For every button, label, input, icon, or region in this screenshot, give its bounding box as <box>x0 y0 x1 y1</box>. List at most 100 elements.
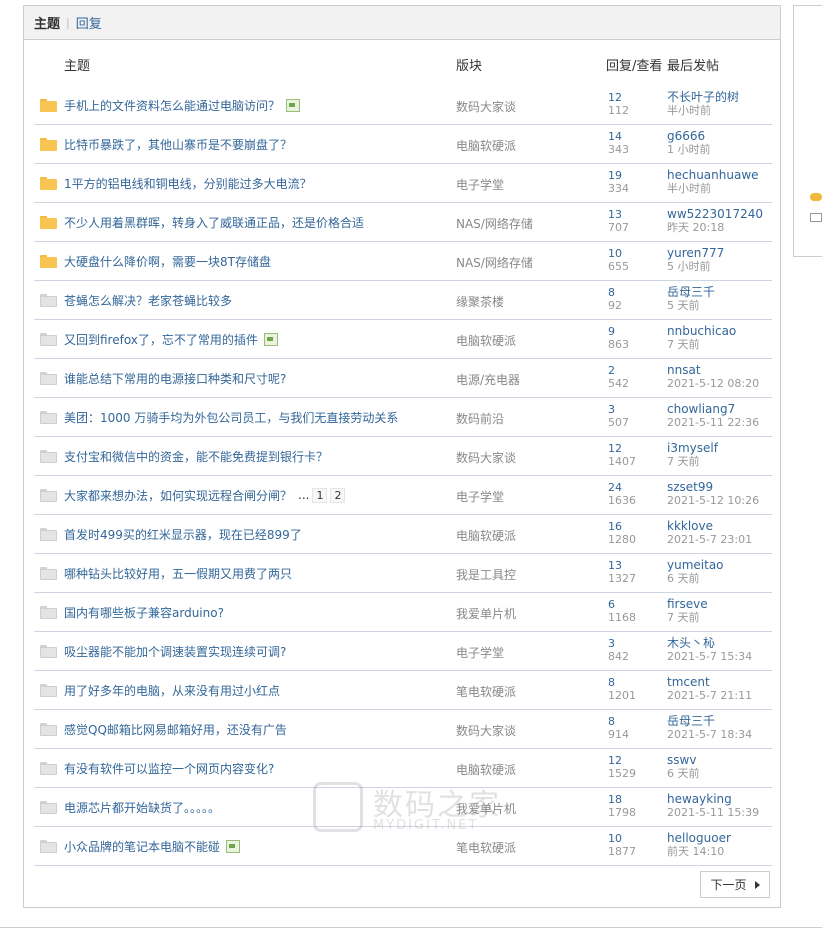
thread-title-link[interactable]: 美团：1000 万骑手均为外包公司员工，与我们无直接劳动关系 <box>64 409 398 426</box>
forum-link[interactable]: 电源/充电器 <box>456 371 520 388</box>
thread-title-link[interactable]: 1平方的铝电线和铜电线，分别能过多大电流？ <box>64 175 312 192</box>
forum-link[interactable]: 电脑软硬派 <box>456 761 516 778</box>
last-post-user[interactable]: ww5223017240 <box>667 208 763 221</box>
forum-link[interactable]: 我爱单片机 <box>456 800 516 817</box>
thread-title-link[interactable]: 谁能总结下常用的电源接口种类和尺寸呢? <box>64 370 286 387</box>
last-post-time[interactable]: 2021-5-12 10:26 <box>667 494 759 507</box>
reply-count[interactable]: 24 <box>608 481 636 494</box>
last-post-user[interactable]: 木头丶杺 <box>667 637 752 650</box>
forum-link[interactable]: 笔电软硬派 <box>456 839 516 856</box>
last-post-time[interactable]: 5 天前 <box>667 299 715 312</box>
last-post-user[interactable]: yumeitao <box>667 559 724 572</box>
reply-count[interactable]: 3 <box>608 637 629 650</box>
thread-title-link[interactable]: 有没有软件可以监控一个网页内容变化? <box>64 760 274 777</box>
reply-count[interactable]: 12 <box>608 91 629 104</box>
forum-link[interactable]: 数码大家谈 <box>456 449 516 466</box>
last-post-time[interactable]: 2021-5-7 23:01 <box>667 533 752 546</box>
thread-title-link[interactable]: 不少人用着黑群晖，转身入了威联通正品，还是价格合适 <box>64 214 364 231</box>
last-post-time[interactable]: 7 天前 <box>667 611 708 624</box>
forum-link[interactable]: 数码大家谈 <box>456 98 516 115</box>
reply-count[interactable]: 3 <box>608 403 629 416</box>
last-post-time[interactable]: 2021-5-7 15:34 <box>667 650 752 663</box>
forum-link[interactable]: 缘聚茶楼 <box>456 293 504 310</box>
last-post-time[interactable]: 6 天前 <box>667 572 724 585</box>
last-post-user[interactable]: g6666 <box>667 130 711 143</box>
forum-link[interactable]: NAS/网络存储 <box>456 215 533 232</box>
last-post-time[interactable]: 半小时前 <box>667 182 759 195</box>
thread-title-link[interactable]: 小众品牌的笔记本电脑不能碰 <box>64 838 220 855</box>
thread-page-link[interactable]: 1 <box>312 488 328 503</box>
thread-title-link[interactable]: 用了好多年的电脑，从来没有用过小红点 <box>64 682 280 699</box>
reply-count[interactable]: 16 <box>608 520 636 533</box>
reply-count[interactable]: 8 <box>608 715 629 728</box>
forum-link[interactable]: 电子学堂 <box>456 644 504 661</box>
reply-count[interactable]: 13 <box>608 559 636 572</box>
last-post-user[interactable]: helloguoer <box>667 832 731 845</box>
last-post-user[interactable]: i3myself <box>667 442 718 455</box>
last-post-user[interactable]: 岳母三千 <box>667 286 715 299</box>
last-post-user[interactable]: hechuanhuawe <box>667 169 759 182</box>
thread-title-link[interactable]: 感觉QQ邮箱比网易邮箱好用，还没有广告 <box>64 721 287 738</box>
last-post-time[interactable]: 昨天 20:18 <box>667 221 763 234</box>
forum-link[interactable]: 数码大家谈 <box>456 722 516 739</box>
thread-title-link[interactable]: 电源芯片都开始缺货了。。。。。 <box>64 799 220 816</box>
last-post-user[interactable]: szset99 <box>667 481 759 494</box>
thread-title-link[interactable]: 大家都来想办法，如何实现远程合闸分闸？ <box>64 487 292 504</box>
last-post-user[interactable]: 岳母三千 <box>667 715 752 728</box>
forum-link[interactable]: 电脑软硬派 <box>456 332 516 349</box>
last-post-time[interactable]: 7 天前 <box>667 455 718 468</box>
tab-replies[interactable]: 回复 <box>76 13 102 32</box>
reply-count[interactable]: 19 <box>608 169 629 182</box>
thread-title-link[interactable]: 又回到firefox了，忘不了常用的插件 <box>64 331 258 348</box>
forum-link[interactable]: 我爱单片机 <box>456 605 516 622</box>
last-post-time[interactable]: 2021-5-12 08:20 <box>667 377 759 390</box>
thread-title-link[interactable]: 吸尘器能不能加个调速装置实现连续可调? <box>64 643 286 660</box>
reply-count[interactable]: 12 <box>608 442 636 455</box>
reply-count[interactable]: 10 <box>608 247 629 260</box>
last-post-time[interactable]: 2021-5-11 22:36 <box>667 416 759 429</box>
thread-title-link[interactable]: 支付宝和微信中的资金，能不能免费提到银行卡？ <box>64 448 328 465</box>
last-post-user[interactable]: yuren777 <box>667 247 724 260</box>
last-post-user[interactable]: tmcent <box>667 676 752 689</box>
reply-count[interactable]: 9 <box>608 325 629 338</box>
last-post-time[interactable]: 2021-5-7 21:11 <box>667 689 752 702</box>
last-post-user[interactable]: hewayking <box>667 793 759 806</box>
thread-title-link[interactable]: 哪种钻头比较好用，五一假期又用费了两只 <box>64 565 292 582</box>
reply-count[interactable]: 12 <box>608 754 636 767</box>
reply-count[interactable]: 13 <box>608 208 629 221</box>
forum-link[interactable]: 电子学堂 <box>456 176 504 193</box>
forum-link[interactable]: 电脑软硬派 <box>456 137 516 154</box>
thread-title-link[interactable]: 大硬盘什么降价啊，需要一块8T存储盘 <box>64 253 271 270</box>
forum-link[interactable]: 电子学堂 <box>456 488 504 505</box>
reply-count[interactable]: 14 <box>608 130 629 143</box>
last-post-user[interactable]: nnbuchicao <box>667 325 736 338</box>
forum-link[interactable]: 电脑软硬派 <box>456 527 516 544</box>
thread-page-link[interactable]: 2 <box>330 488 346 503</box>
last-post-time[interactable]: 前天 14:10 <box>667 845 731 858</box>
reply-count[interactable]: 6 <box>608 598 636 611</box>
reply-count[interactable]: 10 <box>608 832 636 845</box>
thread-title-link[interactable]: 苍蝇怎么解决？老家苍蝇比较多 <box>64 292 232 309</box>
last-post-time[interactable]: 7 天前 <box>667 338 736 351</box>
last-post-user[interactable]: firseve <box>667 598 708 611</box>
thread-title-link[interactable]: 比特币暴跌了，其他山寨币是不要崩盘了？ <box>64 136 292 153</box>
last-post-time[interactable]: 6 天前 <box>667 767 700 780</box>
reply-count[interactable]: 18 <box>608 793 636 806</box>
last-post-time[interactable]: 半小时前 <box>667 104 739 117</box>
last-post-time[interactable]: 1 小时前 <box>667 143 711 156</box>
next-page-button[interactable]: 下一页 <box>700 871 770 898</box>
last-post-user[interactable]: nnsat <box>667 364 759 377</box>
forum-link[interactable]: 我是工具控 <box>456 566 516 583</box>
last-post-time[interactable]: 2021-5-7 18:34 <box>667 728 752 741</box>
last-post-user[interactable]: chowliang7 <box>667 403 759 416</box>
reply-count[interactable]: 8 <box>608 286 622 299</box>
last-post-user[interactable]: 不长叶子的树 <box>667 91 739 104</box>
last-post-user[interactable]: sswv <box>667 754 700 767</box>
thread-title-link[interactable]: 首发时499买的红米显示器，现在已经899了 <box>64 526 302 543</box>
forum-link[interactable]: 笔电软硬派 <box>456 683 516 700</box>
forum-link[interactable]: NAS/网络存储 <box>456 254 533 271</box>
tab-threads[interactable]: 主题 <box>34 13 60 32</box>
reply-count[interactable]: 2 <box>608 364 629 377</box>
forum-link[interactable]: 数码前沿 <box>456 410 504 427</box>
thread-title-link[interactable]: 国内有哪些板子兼容arduino? <box>64 604 224 621</box>
